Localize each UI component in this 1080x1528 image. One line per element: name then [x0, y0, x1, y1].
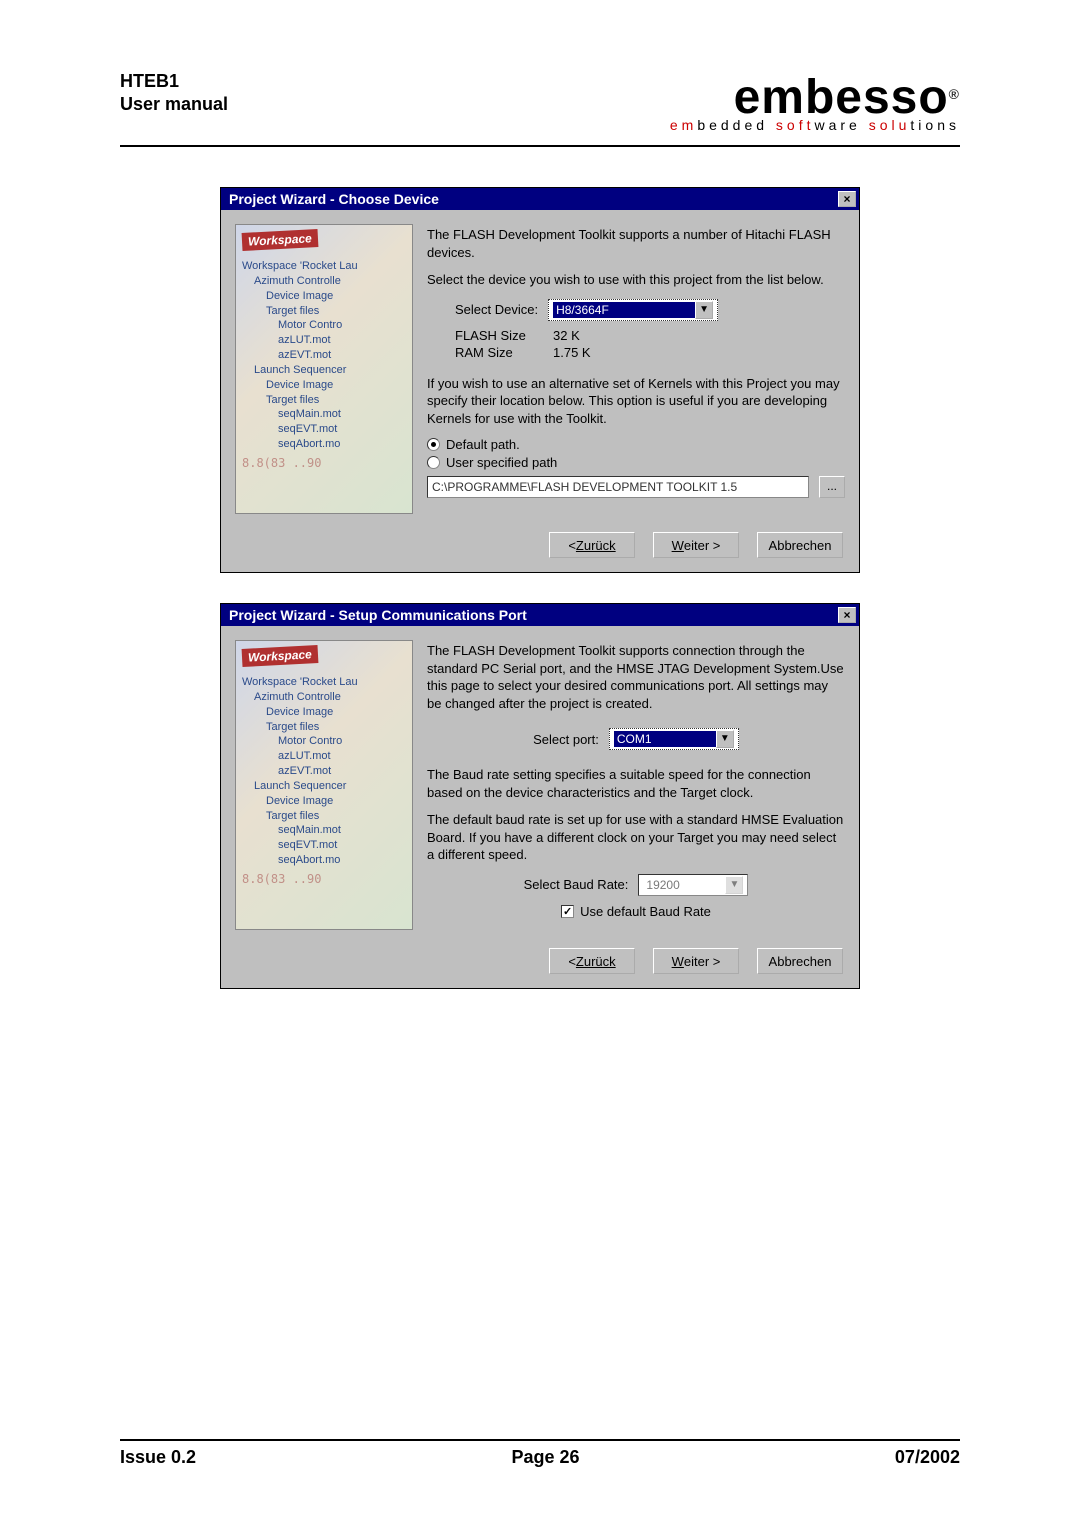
close-icon[interactable]: ×	[838, 191, 856, 207]
chevron-down-icon: ▼	[725, 876, 743, 894]
page-footer: Issue 0.2 Page 26 07/2002	[120, 1431, 960, 1468]
titlebar-setup-comm: Project Wizard - Setup Communications Po…	[221, 604, 859, 626]
tree-item: seqEVT.mot	[278, 422, 406, 437]
tree-item: seqMain.mot	[278, 823, 406, 838]
baud-intro: The Baud rate setting specifies a suitab…	[427, 766, 845, 801]
tree-item: seqAbort.mo	[278, 437, 406, 452]
tree-item: azEVT.mot	[278, 764, 406, 779]
workspace-banner: Workspace	[242, 229, 319, 251]
browse-button[interactable]: ...	[819, 476, 845, 498]
tree-item: Device Image	[266, 378, 406, 393]
select-device-dropdown[interactable]: H8/3664F ▼	[548, 299, 718, 321]
titlebar-choose-device: Project Wizard - Choose Device ×	[221, 188, 859, 210]
tree-item: seqAbort.mo	[278, 853, 406, 868]
radio-user-path[interactable]: User specified path	[427, 455, 845, 470]
tree-item: Motor Contro	[278, 318, 406, 333]
tree-item: Workspace 'Rocket Lau	[242, 675, 406, 690]
select-port-dropdown[interactable]: COM1 ▼	[609, 728, 739, 750]
alt-kernel-text: If you wish to use an alternative set of…	[427, 375, 845, 428]
cancel-button[interactable]: Abbrechen	[757, 532, 843, 558]
wizard-graphic: Workspace Workspace 'Rocket Lau Azimuth …	[235, 640, 413, 930]
tree-item: Target files	[266, 809, 406, 824]
back-button[interactable]: < Zurück	[549, 948, 635, 974]
tree-item: Motor Contro	[278, 734, 406, 749]
tree-item: Device Image	[266, 289, 406, 304]
chevron-down-icon[interactable]: ▼	[695, 301, 713, 319]
select-port-label: Select port:	[533, 732, 599, 747]
title-setup-comm: Project Wizard - Setup Communications Po…	[229, 607, 527, 623]
title-choose-device: Project Wizard - Choose Device	[229, 191, 439, 207]
select-baud-label: Select Baud Rate:	[524, 877, 629, 892]
cancel-button[interactable]: Abbrechen	[757, 948, 843, 974]
radio-default-path[interactable]: Default path.	[427, 437, 845, 452]
hex-decoration: 8.8(83 ..90	[242, 456, 406, 470]
logo-main: embesso®	[734, 70, 960, 125]
tree-item: Target files	[266, 393, 406, 408]
footer-rule	[120, 1439, 960, 1441]
path-input[interactable]: C:\PROGRAMME\FLASH DEVELOPMENT TOOLKIT 1…	[427, 476, 809, 498]
tree-item: seqMain.mot	[278, 407, 406, 422]
tree-item: Launch Sequencer	[254, 779, 406, 794]
intro-text2: Select the device you wish to use with t…	[427, 271, 845, 289]
tree-item: Launch Sequencer	[254, 363, 406, 378]
next-button[interactable]: Weiter >	[653, 948, 739, 974]
flash-size-value: 32 K	[553, 328, 580, 343]
chevron-down-icon[interactable]: ▼	[716, 730, 734, 748]
footer-issue: Issue 0.2	[120, 1447, 196, 1468]
next-button[interactable]: Weiter >	[653, 532, 739, 558]
comm-intro: The FLASH Development Toolkit supports c…	[427, 642, 845, 712]
wizard-graphic: Workspace Workspace 'Rocket Lau Azimuth …	[235, 224, 413, 514]
header-line2: User manual	[120, 93, 228, 116]
footer-page: Page 26	[511, 1447, 579, 1468]
select-device-label: Select Device:	[455, 302, 538, 317]
workspace-banner: Workspace	[242, 645, 319, 667]
header-rule	[120, 145, 960, 147]
tree-item: seqEVT.mot	[278, 838, 406, 853]
header-line1: HTEB1	[120, 70, 228, 93]
tree-item: Azimuth Controlle	[254, 690, 406, 705]
intro-text: The FLASH Development Toolkit supports a…	[427, 226, 845, 261]
logo: embesso® embedded software solutions	[670, 70, 960, 133]
tree-item: Target files	[266, 720, 406, 735]
dialog-setup-comm-port: Project Wizard - Setup Communications Po…	[220, 603, 860, 989]
header-text: HTEB1 User manual	[120, 70, 228, 117]
tree-item: azLUT.mot	[278, 333, 406, 348]
hex-decoration: 8.8(83 ..90	[242, 872, 406, 886]
select-baud-dropdown: 19200 ▼	[638, 874, 748, 896]
page-header: HTEB1 User manual embesso® embedded soft…	[120, 70, 960, 133]
flash-size-label: FLASH Size	[455, 328, 537, 343]
tree-item: Workspace 'Rocket Lau	[242, 259, 406, 274]
tree-item: Azimuth Controlle	[254, 274, 406, 289]
back-button[interactable]: < Zurück	[549, 532, 635, 558]
close-icon[interactable]: ×	[838, 607, 856, 623]
use-default-baud-checkbox[interactable]: ✓	[561, 905, 574, 918]
footer-date: 07/2002	[895, 1447, 960, 1468]
logo-registered-icon: ®	[949, 86, 960, 102]
tree-item: Device Image	[266, 705, 406, 720]
tree-item: Target files	[266, 304, 406, 319]
ram-size-label: RAM Size	[455, 345, 537, 360]
dialog-choose-device: Project Wizard - Choose Device × Workspa…	[220, 187, 860, 573]
tree-item: azEVT.mot	[278, 348, 406, 363]
baud-intro2: The default baud rate is set up for use …	[427, 811, 845, 864]
ram-size-value: 1.75 K	[553, 345, 591, 360]
tree-item: Device Image	[266, 794, 406, 809]
tree-item: azLUT.mot	[278, 749, 406, 764]
use-default-baud-label: Use default Baud Rate	[580, 904, 711, 919]
